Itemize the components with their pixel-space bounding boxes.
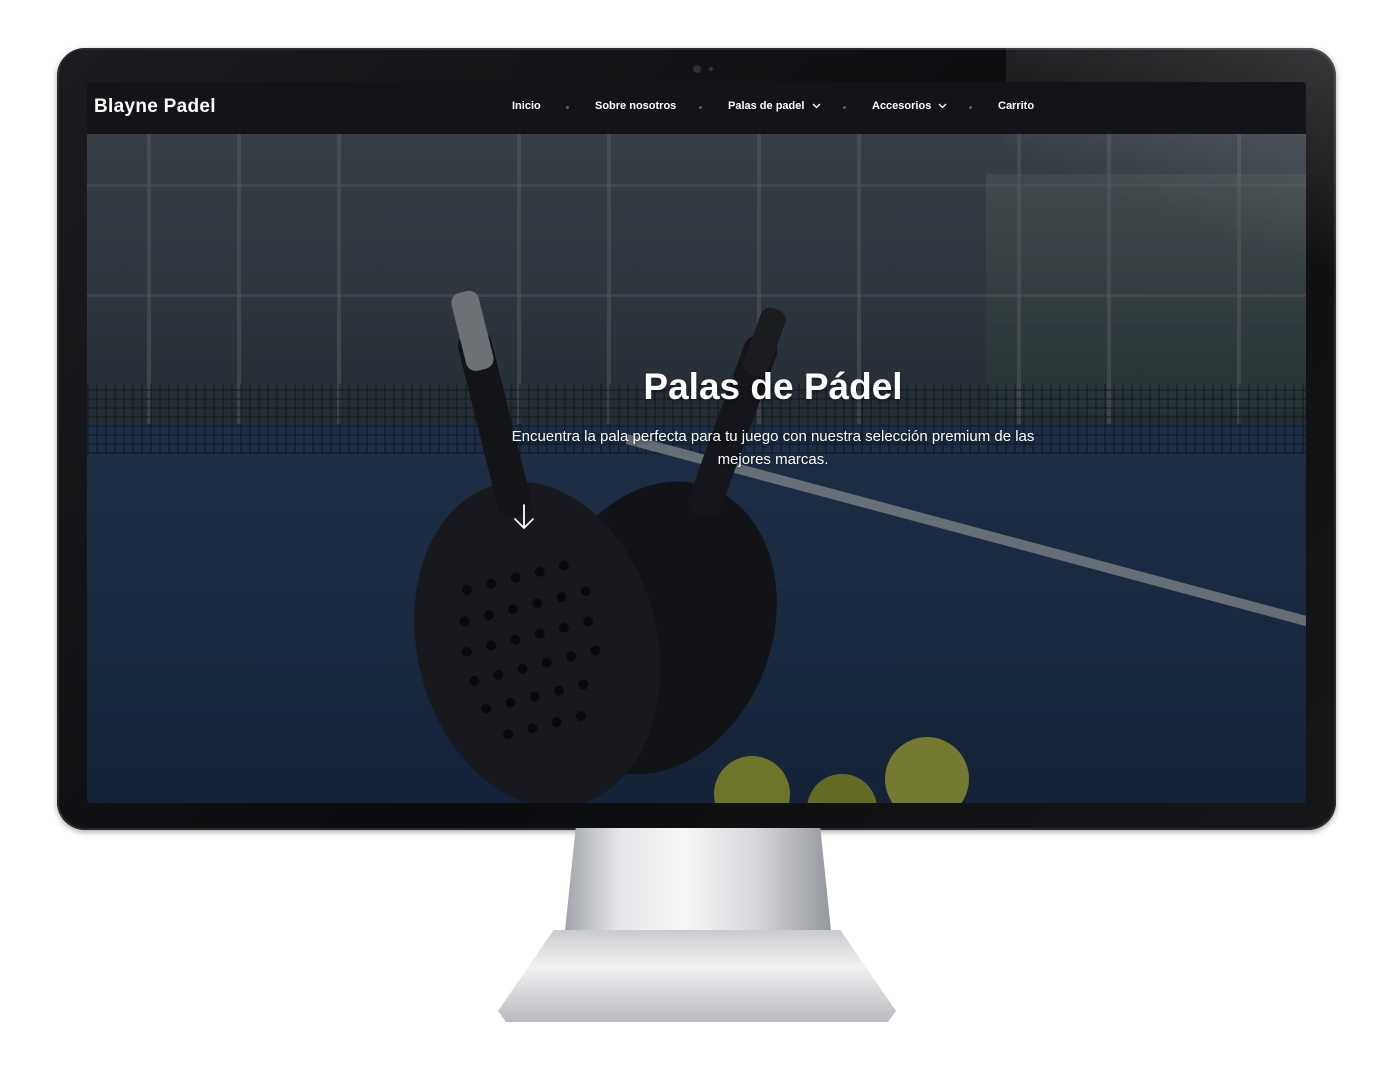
chevron-down-icon: [812, 103, 820, 109]
nav-item-palas-de-padel[interactable]: Palas de padel: [728, 100, 821, 112]
brand-logo-text[interactable]: Blayne Padel: [94, 96, 216, 118]
website-screen: Blayne Padel Inicio Sobre nosotros Palas…: [87, 82, 1306, 803]
navbar: Blayne Padel Inicio Sobre nosotros Palas…: [87, 82, 1306, 134]
nav-item-label: Sobre nosotros: [595, 100, 677, 112]
nav-item-label: Palas de padel: [728, 100, 805, 112]
nav-item-label: Carrito: [998, 100, 1035, 112]
chevron-down-icon: [938, 103, 947, 109]
nav-item-sobre-nosotros[interactable]: Sobre nosotros: [595, 100, 676, 112]
nav-separator: [969, 106, 972, 109]
nav-separator: [566, 106, 569, 109]
nav-item-label: Accesorios: [872, 100, 932, 112]
webcam-icon: [693, 65, 701, 73]
monitor-stand-base: [498, 930, 896, 1022]
nav-separator: [699, 106, 702, 109]
nav-item-accesorios[interactable]: Accesorios: [872, 100, 947, 112]
hero-subtitle: Encuentra la pala perfecta para tu juego…: [511, 428, 1035, 468]
webcam-indicator-icon: [709, 67, 713, 71]
hero-title: Palas de Pádel: [643, 366, 903, 407]
nav-separator: [843, 106, 846, 109]
nav-item-inicio[interactable]: Inicio: [512, 100, 541, 112]
arrow-down-icon[interactable]: [512, 502, 536, 532]
hero-section: Palas de Pádel Encuentra la pala perfect…: [87, 134, 1306, 803]
nav-item-carrito[interactable]: Carrito: [998, 100, 1034, 112]
monitor-frame: Blayne Padel Inicio Sobre nosotros Palas…: [57, 48, 1336, 830]
nav-item-label: Inicio: [512, 100, 541, 112]
